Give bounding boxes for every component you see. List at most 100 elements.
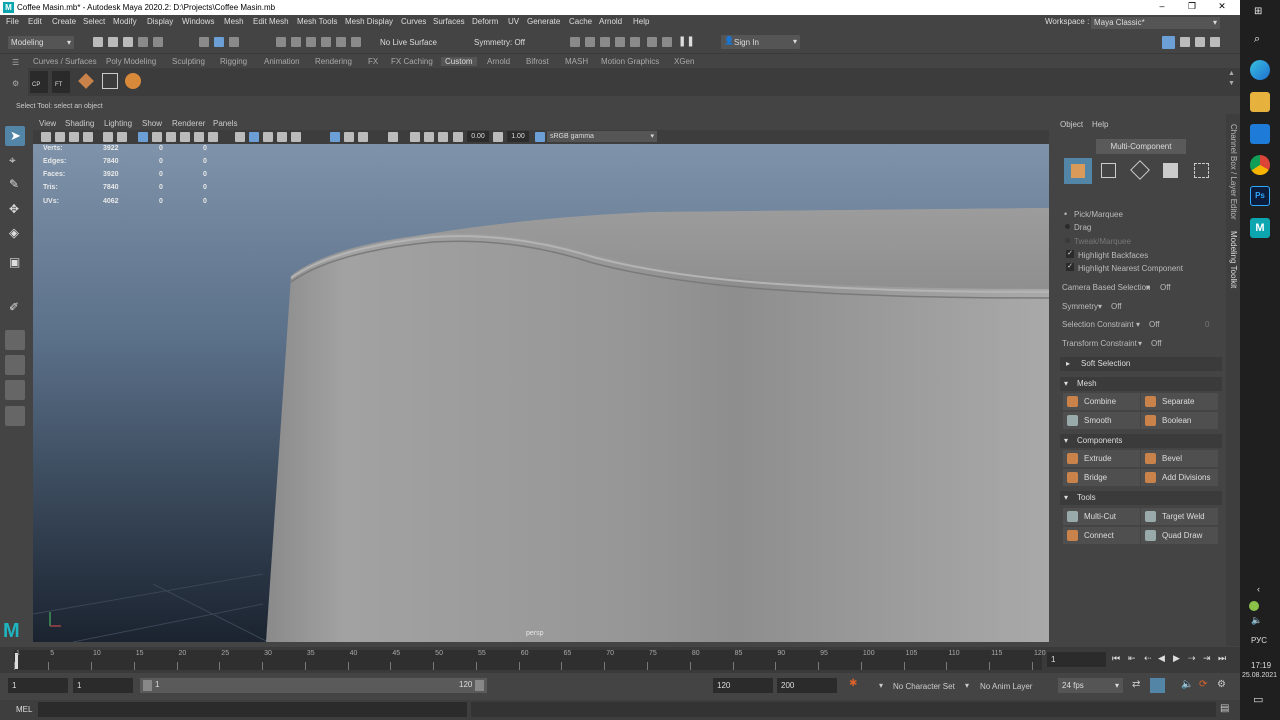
playback-end-field[interactable]: 120 <box>713 678 773 693</box>
xray-components-icon[interactable] <box>358 132 368 142</box>
render-current-icon[interactable] <box>585 37 595 47</box>
depth-of-field-icon[interactable] <box>291 132 301 142</box>
open-scene-icon[interactable] <box>108 37 118 47</box>
shelf-tab-animation[interactable]: Animation <box>264 57 300 66</box>
mode-select[interactable]: Modeling ▾ <box>8 36 74 49</box>
minimize-button[interactable]: – <box>1147 1 1177 11</box>
menu-file[interactable]: File <box>6 17 19 26</box>
menu-arnold[interactable]: Arnold <box>599 17 622 26</box>
object-mode-button[interactable] <box>1064 158 1092 184</box>
channel-box-toggle-icon[interactable] <box>1162 36 1175 49</box>
chevron-down-icon[interactable]: ▾ <box>1136 320 1140 329</box>
shelf-tab-mash[interactable]: MASH <box>565 57 588 66</box>
diamond-tool-icon[interactable] <box>78 73 94 89</box>
bookmark-icon[interactable] <box>69 132 79 142</box>
menu-mesh-display[interactable]: Mesh Display <box>345 17 393 26</box>
chrome-browser-icon[interactable] <box>1250 155 1270 175</box>
playblast-icon[interactable] <box>662 37 672 47</box>
multi-component-button[interactable]: Multi-Component <box>1096 139 1186 154</box>
attribute-editor-icon[interactable] <box>1180 37 1190 47</box>
animation-end-field[interactable]: 200 <box>777 678 837 693</box>
chevron-down-icon[interactable]: ▾ <box>1138 339 1142 348</box>
step-forward-frame-icon[interactable]: ⇢ <box>1188 653 1196 664</box>
tool-settings-icon[interactable] <box>1195 37 1205 47</box>
pick-marquee-option[interactable]: Pick/Marquee <box>1074 210 1123 219</box>
go-to-end-icon[interactable]: ⏭ <box>1218 653 1226 664</box>
select-object-icon[interactable] <box>214 37 224 47</box>
mesh-section[interactable]: ▾ Mesh <box>1060 377 1222 391</box>
redo-icon[interactable] <box>153 37 163 47</box>
render-settings-icon[interactable] <box>615 37 625 47</box>
radio-icon[interactable] <box>1065 238 1070 243</box>
file-explorer-icon[interactable] <box>1250 92 1270 112</box>
radio-icon[interactable] <box>1065 224 1070 229</box>
snap-grid-icon[interactable] <box>276 37 286 47</box>
viewport-persp[interactable]: Verts: 3922 0 0 Edges: 7840 0 0 Faces: 3… <box>33 144 1049 642</box>
menu-help[interactable]: Help <box>633 17 649 26</box>
symmetry-field[interactable]: Symmetry: Off <box>474 38 525 47</box>
animation-start-field[interactable]: 1 <box>8 678 68 693</box>
anim-prefs-icon[interactable]: ⚙ <box>1217 679 1226 690</box>
checkbox-checked-icon[interactable]: ✓ <box>1066 263 1074 271</box>
menu-deform[interactable]: Deform <box>472 17 498 26</box>
viewport-menu-shading[interactable]: Shading <box>65 119 94 128</box>
shelf-button-ft[interactable]: FT <box>52 71 70 93</box>
shelf-tab-bifrost[interactable]: Bifrost <box>526 57 549 66</box>
viewport-menu-lighting[interactable]: Lighting <box>104 119 132 128</box>
multi-cut-button[interactable]: Multi-Cut <box>1063 508 1140 525</box>
soft-selection-section[interactable]: ▸ Soft Selection <box>1060 357 1222 371</box>
radio-selected-icon[interactable]: • <box>1064 209 1067 219</box>
camera-icon[interactable] <box>41 132 51 142</box>
loop-icon[interactable]: ⇄ <box>1132 679 1140 690</box>
mail-app-icon[interactable] <box>1250 124 1270 144</box>
range-start-handle[interactable] <box>143 680 152 691</box>
viewport-menu-show[interactable]: Show <box>142 119 162 128</box>
maximize-button[interactable]: ❐ <box>1177 1 1207 12</box>
cache-playback-icon[interactable] <box>1150 678 1165 693</box>
color-space-select[interactable]: sRGB gamma ▾ <box>547 131 657 142</box>
lasso-tool-icon[interactable]: ⌖ <box>5 151 25 171</box>
photoshop-app-icon[interactable]: Ps <box>1250 186 1270 206</box>
menu-cache[interactable]: Cache <box>569 17 592 26</box>
viewport-menu-view[interactable]: View <box>39 119 56 128</box>
sphere-tool-icon[interactable] <box>125 73 141 89</box>
shelf-tab-motion-graphics[interactable]: Motion Graphics <box>601 57 659 66</box>
pause-icon[interactable]: ❚❚ <box>678 36 695 47</box>
menu-display[interactable]: Display <box>147 17 173 26</box>
move-tool-icon[interactable]: ✥ <box>5 200 25 220</box>
step-back-key-icon[interactable]: ⇤ <box>1128 653 1136 664</box>
shelf-menu-icon[interactable]: ☰ <box>12 58 19 67</box>
workspace-select[interactable]: Maya Classic* ▾ <box>1091 17 1220 29</box>
save-scene-icon[interactable] <box>123 37 133 47</box>
tools-section[interactable]: ▾ Tools <box>1060 491 1222 505</box>
character-set-select[interactable]: No Character Set <box>893 682 955 691</box>
camera-based-selection-value[interactable]: Off <box>1160 283 1171 292</box>
exposure-icon[interactable] <box>453 132 463 142</box>
menu-uv[interactable]: UV <box>508 17 519 26</box>
camera-attrib-icon[interactable] <box>55 132 65 142</box>
shelf-tab-rendering[interactable]: Rendering <box>315 57 352 66</box>
gate-mask-icon[interactable] <box>410 132 420 142</box>
shelf-tab-poly-modeling[interactable]: Poly Modeling <box>106 57 156 66</box>
snap-point-icon[interactable] <box>306 37 316 47</box>
select-component-icon[interactable] <box>229 37 239 47</box>
arnold-render-icon[interactable] <box>647 37 657 47</box>
edge-browser-icon[interactable] <box>1250 60 1270 80</box>
gamma-field[interactable]: 1.00 <box>507 131 529 142</box>
resolution-gate-icon[interactable] <box>388 132 398 142</box>
select-hierarchy-icon[interactable] <box>199 37 209 47</box>
new-scene-icon[interactable] <box>93 37 103 47</box>
go-to-start-icon[interactable]: ⏮ <box>1112 653 1120 664</box>
viewport-menu-renderer[interactable]: Renderer <box>172 119 205 128</box>
close-button[interactable]: ✕ <box>1207 1 1237 12</box>
script-editor-icon[interactable]: ▤ <box>1220 703 1229 714</box>
shelf-scroll-down-icon[interactable]: ▼ <box>1228 80 1235 87</box>
anim-layer-select[interactable]: No Anim Layer <box>980 682 1032 691</box>
bridge-button[interactable]: Bridge <box>1063 469 1140 486</box>
shelf-tab-fx[interactable]: FX <box>368 57 378 66</box>
undo-icon[interactable] <box>138 37 148 47</box>
notification-icon[interactable]: ▭ <box>1253 693 1263 706</box>
chevron-down-icon[interactable]: ▾ <box>879 681 883 690</box>
command-language-toggle[interactable]: MEL <box>16 705 32 714</box>
boolean-button[interactable]: Boolean <box>1141 412 1218 429</box>
